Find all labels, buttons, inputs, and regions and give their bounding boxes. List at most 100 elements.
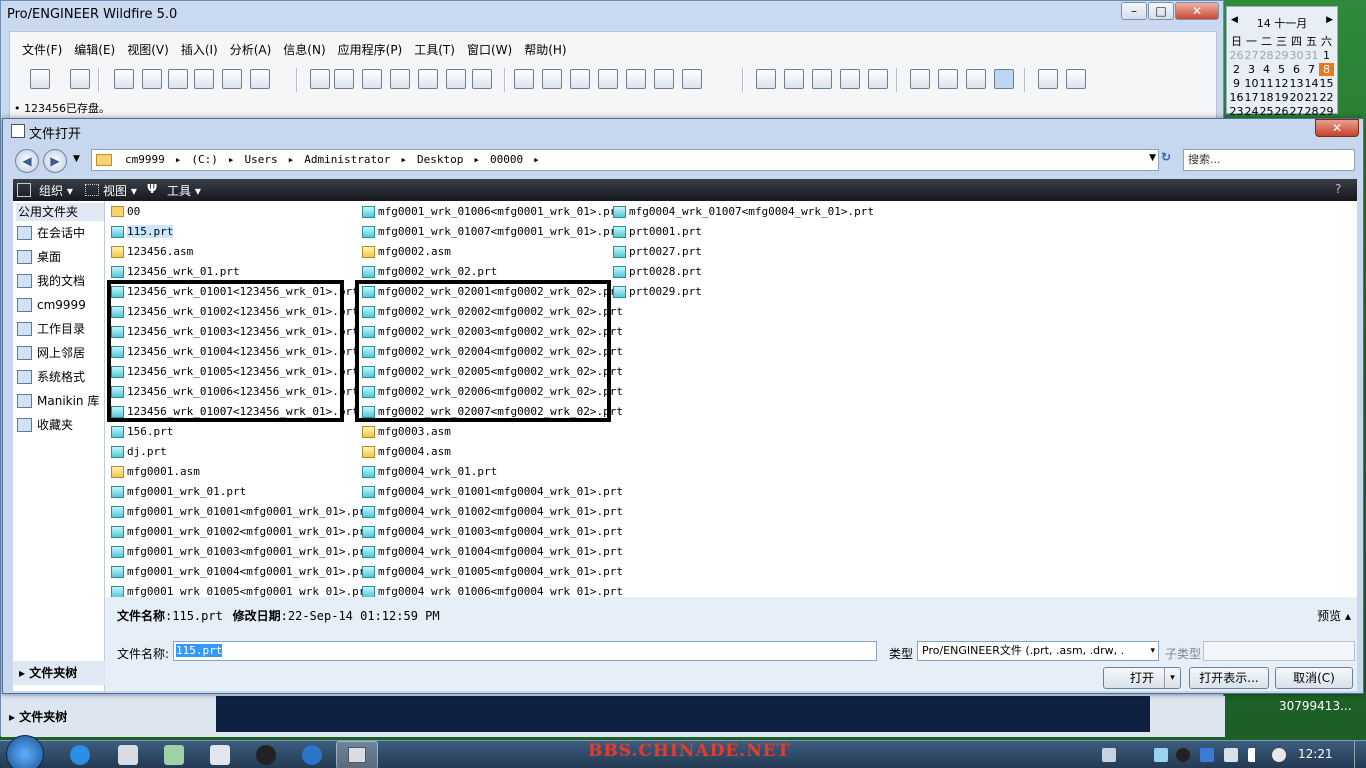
calendar-day[interactable]: 21 (1304, 91, 1319, 104)
menu-item[interactable]: 分析(A) (224, 40, 278, 60)
calendar-day[interactable]: 18 (1259, 91, 1274, 104)
print-icon[interactable] (446, 69, 466, 89)
clock[interactable]: 12:21 (1298, 747, 1333, 761)
calendar-day[interactable]: 9 (1229, 77, 1244, 90)
close-window-icon[interactable] (1066, 69, 1086, 89)
file-item[interactable]: mfg0003.asm (360, 423, 451, 441)
file-item[interactable]: 115.prt (109, 223, 174, 241)
breadcrumb-separator[interactable]: ▸ (468, 153, 485, 166)
save-icon[interactable] (362, 69, 382, 89)
forward-button[interactable]: ▶ (43, 149, 67, 173)
organize-menu[interactable]: 组织 ▾ (39, 182, 73, 199)
calendar-next-button[interactable]: ▶ (1326, 15, 1333, 25)
sidebar-item[interactable]: 工作目录 (17, 319, 85, 339)
calendar-day[interactable]: 15 (1319, 77, 1334, 90)
view-menu[interactable]: 视图 ▾ (103, 182, 137, 199)
undo-icon[interactable] (30, 69, 50, 89)
shield-icon[interactable] (1200, 748, 1214, 762)
breadcrumb-item[interactable]: Users (240, 153, 283, 166)
open-dropdown-icon[interactable]: ▾ (1164, 668, 1180, 688)
calendar-day[interactable]: 19 (1274, 91, 1289, 104)
menu-item[interactable]: 窗口(W) (461, 40, 518, 60)
file-item[interactable]: mfg0004_wrk_01007<mfg0004_wrk_01>.prt (611, 203, 874, 221)
calendar-day[interactable]: 16 (1229, 91, 1244, 104)
file-item[interactable]: prt0029.prt (611, 283, 702, 301)
file-item[interactable]: mfg0001_wrk_01003<mfg0001_wrk_01>.prt (109, 543, 372, 561)
paste-special-icon[interactable] (194, 69, 214, 89)
file-item[interactable]: mfg0004.asm (360, 443, 451, 461)
calendar-day[interactable]: 30 (1289, 49, 1304, 62)
annotation-icon[interactable] (868, 69, 888, 89)
maximize-button[interactable]: □ (1148, 2, 1174, 20)
calculator-icon[interactable] (210, 745, 230, 765)
datum-csys-icon[interactable] (840, 69, 860, 89)
open-button[interactable]: 打开 ▾ (1103, 667, 1181, 689)
file-item[interactable]: mfg0004_wrk_01003<mfg0004_wrk_01>.prt (360, 523, 623, 541)
calendar-day[interactable]: 3 (1244, 63, 1259, 76)
menu-item[interactable]: 信息(N) (277, 40, 331, 60)
file-item[interactable]: mfg0001.asm (109, 463, 200, 481)
calendar-day[interactable]: 27 (1289, 105, 1304, 118)
calendar-day[interactable]: 13 (1289, 77, 1304, 90)
folder-tree-toggle[interactable]: ▸ 文件夹树 (13, 661, 105, 685)
calendar-day[interactable]: 2 (1229, 63, 1244, 76)
calendar-day[interactable]: 29 (1319, 105, 1334, 118)
select-box-icon[interactable] (250, 69, 270, 89)
file-item[interactable]: mfg0001_wrk_01007<mfg0001_wrk_01>.prt (360, 223, 623, 241)
file-item[interactable]: mfg0001_wrk_01005<mfg0001_wrk_01>.prt (109, 583, 372, 597)
calendar-day[interactable]: 24 (1244, 105, 1259, 118)
orient-icon[interactable] (654, 69, 674, 89)
calendar-day[interactable]: 5 (1274, 63, 1289, 76)
address-dropdown-icon[interactable]: ▼ (1149, 153, 1156, 163)
calendar-day[interactable]: 8 (1319, 63, 1334, 76)
breadcrumb-separator[interactable]: ▸ (528, 153, 545, 166)
file-item[interactable]: 156.prt (109, 423, 173, 441)
cut-icon[interactable] (114, 69, 134, 89)
file-item[interactable]: mfg0001_wrk_01002<mfg0001_wrk_01>.prt (109, 523, 372, 541)
menu-item[interactable]: 应用程序(P) (332, 40, 409, 60)
zoom-icon[interactable] (626, 69, 646, 89)
calendar-day[interactable]: 23 (1229, 105, 1244, 118)
sidebar-item[interactable]: 在会话中 (17, 223, 85, 243)
preview-toggle[interactable]: 预览 ▴ (1317, 607, 1351, 624)
view-manager-icon[interactable] (598, 69, 618, 89)
rename-icon[interactable] (418, 69, 438, 89)
breadcrumb-separator[interactable]: ▸ (223, 153, 240, 166)
file-item[interactable]: 00 (109, 203, 140, 221)
datum-axis-icon[interactable] (784, 69, 804, 89)
select-filter-icon[interactable] (1038, 69, 1058, 89)
file-item[interactable]: mfg0004_wrk_01002<mfg0004_wrk_01>.prt (360, 503, 623, 521)
paste-icon[interactable] (168, 69, 188, 89)
internet-explorer-icon[interactable] (70, 745, 90, 765)
volume-muted-icon[interactable] (1272, 748, 1286, 762)
calendar-day[interactable]: 12 (1274, 77, 1289, 90)
spreadsheet-icon[interactable] (164, 745, 184, 765)
open-icon[interactable] (334, 69, 354, 89)
breadcrumb-item[interactable]: 00000 (485, 153, 528, 166)
calendar-day[interactable]: 1 (1319, 49, 1334, 62)
refresh-icon[interactable]: ↻ (1161, 150, 1179, 168)
breadcrumb-separator[interactable]: ▸ (283, 153, 300, 166)
filename-input[interactable]: 115.prt (173, 641, 877, 661)
menu-item[interactable]: 文件(F) (16, 40, 68, 60)
model-tree-icon[interactable] (570, 69, 590, 89)
file-item[interactable]: mfg0002.asm (360, 243, 451, 261)
file-item[interactable]: mfg0004_wrk_01006<mfg0004_wrk_01>.prt (360, 583, 623, 597)
file-item[interactable]: mfg0004_wrk_01005<mfg0004_wrk_01>.prt (360, 563, 623, 581)
file-item[interactable]: dj.prt (109, 443, 167, 461)
file-item[interactable]: mfg0004_wrk_01001<mfg0004_wrk_01>.prt (360, 483, 623, 501)
menu-item[interactable]: 帮助(H) (518, 40, 572, 60)
network-share-icon[interactable] (1154, 748, 1168, 762)
datum-point-icon[interactable] (812, 69, 832, 89)
sidebar-item[interactable]: 收藏夹 (17, 415, 73, 435)
wireframe-icon[interactable] (910, 69, 930, 89)
file-item[interactable]: 123456_wrk_01.prt (109, 263, 240, 281)
calendar-day[interactable]: 28 (1259, 49, 1274, 62)
sidebar-item[interactable]: 我的文档 (17, 271, 85, 291)
sidebar-item[interactable]: Manikin 库 (17, 391, 99, 411)
calendar-day[interactable]: 31 (1304, 49, 1319, 62)
file-item[interactable]: 123456.asm (109, 243, 193, 261)
dialog-close-button[interactable]: ✕ (1315, 119, 1359, 137)
start-button[interactable] (6, 735, 44, 768)
file-item[interactable]: prt0028.prt (611, 263, 702, 281)
